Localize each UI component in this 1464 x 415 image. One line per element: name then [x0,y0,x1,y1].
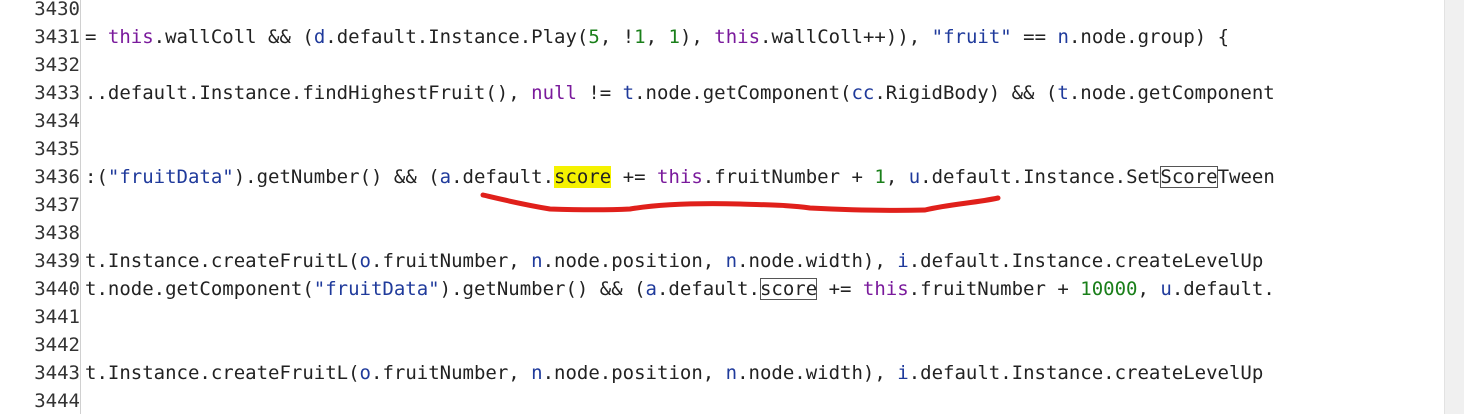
code-token: a [645,278,657,300]
code-line[interactable]: :("fruitData").getNumber() && (a.default… [85,163,1275,191]
code-token: this [657,166,703,188]
code-token: 5 [588,26,600,48]
code-token: 1 [634,26,646,48]
code-token: .fruitNumber, [371,250,532,272]
code-token: = [85,26,108,48]
code-token: o [359,250,371,272]
code-token: o [359,362,371,384]
line-number-gutter: 3430 3431 3432 3433 3434 3435 3436 3437 3438 3439… [0,0,80,414]
code-token: d [313,26,326,48]
code-token: n [1057,26,1069,48]
code-token: += [817,278,863,300]
code-token: .fruitNumber, [371,362,532,384]
code-line[interactable]: ..default.Instance.findHighestFruit(), n… [85,79,1275,107]
code-token: "fruitData" [107,166,234,188]
line-number: 3442 [34,334,80,356]
code-token: Tween [1217,166,1275,188]
code-token: += [611,166,658,188]
code-token: .fruitNumber + [702,166,875,188]
code-token: == [1011,26,1058,48]
code-token: , [885,166,909,188]
code-token: ).getNumber() && ( [439,278,646,300]
line-number: 3438 [34,222,80,244]
code-token: , [645,26,669,48]
code-token: .wallColl++)), [760,26,932,48]
code-token: n [725,250,738,272]
code-token: "fruit" [931,26,1012,48]
code-token: 10000 [1080,278,1138,300]
code-token: .default.Instance.createLevelUp [908,250,1264,272]
code-token: "fruitData" [313,278,440,300]
code-token: , ! [599,26,635,48]
line-number: 3434 [34,110,80,132]
line-number: 3436 [34,166,80,188]
code-token: u [1160,278,1172,300]
code-token: .node.group) { [1068,26,1230,48]
code-line[interactable]: t.node.getComponent("fruitData").getNumb… [85,275,1275,303]
code-token: null [531,82,577,104]
code-token: .node.width), [737,250,898,272]
code-line[interactable]: = this.wallColl && (d.default.Instance.P… [85,23,1229,51]
code-token: .default. [451,166,555,188]
code-token: :( [85,166,108,188]
code-token: .default.Instance.Set [920,166,1161,188]
code-token: n [725,362,738,384]
code-token: .RigidBody) && ( [874,82,1058,104]
code-token: t.Instance.createFruitL( [85,250,360,272]
code-token: .node.position, [542,250,726,272]
code-token: i [897,250,909,272]
code-token: .node.getComponent( [634,82,852,104]
highlighted-token: score [554,166,612,188]
line-number: 3441 [34,306,80,328]
code-token: .node.width), [737,362,898,384]
line-number: 3437 [34,194,80,216]
code-line[interactable]: t.Instance.createFruitL(o.fruitNumber, n… [85,359,1263,387]
highlighted-token: score [759,278,818,300]
code-token: t [1057,82,1069,104]
code-token: 1 [874,166,886,188]
code-token: t.Instance.createFruitL( [85,362,360,384]
code-token: .default. [1171,278,1275,300]
code-token: i [897,362,909,384]
code-token: this [107,26,154,48]
code-editor[interactable]: = this.wallColl && (d.default.Instance.P… [81,0,1444,414]
code-token: .default.Instance.Play( [325,26,589,48]
code-token: this [862,278,909,300]
code-token: , [1137,278,1161,300]
line-number: 3444 [34,390,80,412]
code-token: t [622,82,635,104]
line-number: 3443 [34,362,80,384]
line-number: 3440 [34,278,80,300]
code-token: 1 [668,26,680,48]
code-token: ), [679,26,715,48]
code-token: .default. [656,278,760,300]
code-token: this [714,26,761,48]
line-number: 3433 [34,82,80,104]
code-token: t.node.getComponent( [85,278,314,300]
code-token: ).getNumber() && ( [233,166,440,188]
line-number: 3431 [34,26,80,48]
line-number: 3432 [34,54,80,76]
code-token: .node.position, [542,362,726,384]
code-token: n [531,362,543,384]
code-token: ..default.Instance.findHighestFruit(), [85,82,532,104]
code-token: u [908,166,921,188]
code-token: .fruitNumber + [908,278,1081,300]
code-token: .default.Instance.createLevelUp [908,362,1264,384]
vertical-scrollbar[interactable] [1444,0,1464,414]
line-number: 3435 [34,138,80,160]
line-number: 3430 [34,0,80,20]
code-token: .node.getComponent [1068,82,1275,104]
code-line[interactable]: t.Instance.createFruitL(o.fruitNumber, n… [85,247,1263,275]
code-token: a [439,166,452,188]
highlighted-token: Score [1160,166,1218,188]
code-token: .wallColl && ( [153,26,314,48]
code-token: != [576,82,623,104]
line-number: 3439 [34,250,80,272]
code-token: cc [851,82,875,104]
code-token: n [531,250,543,272]
